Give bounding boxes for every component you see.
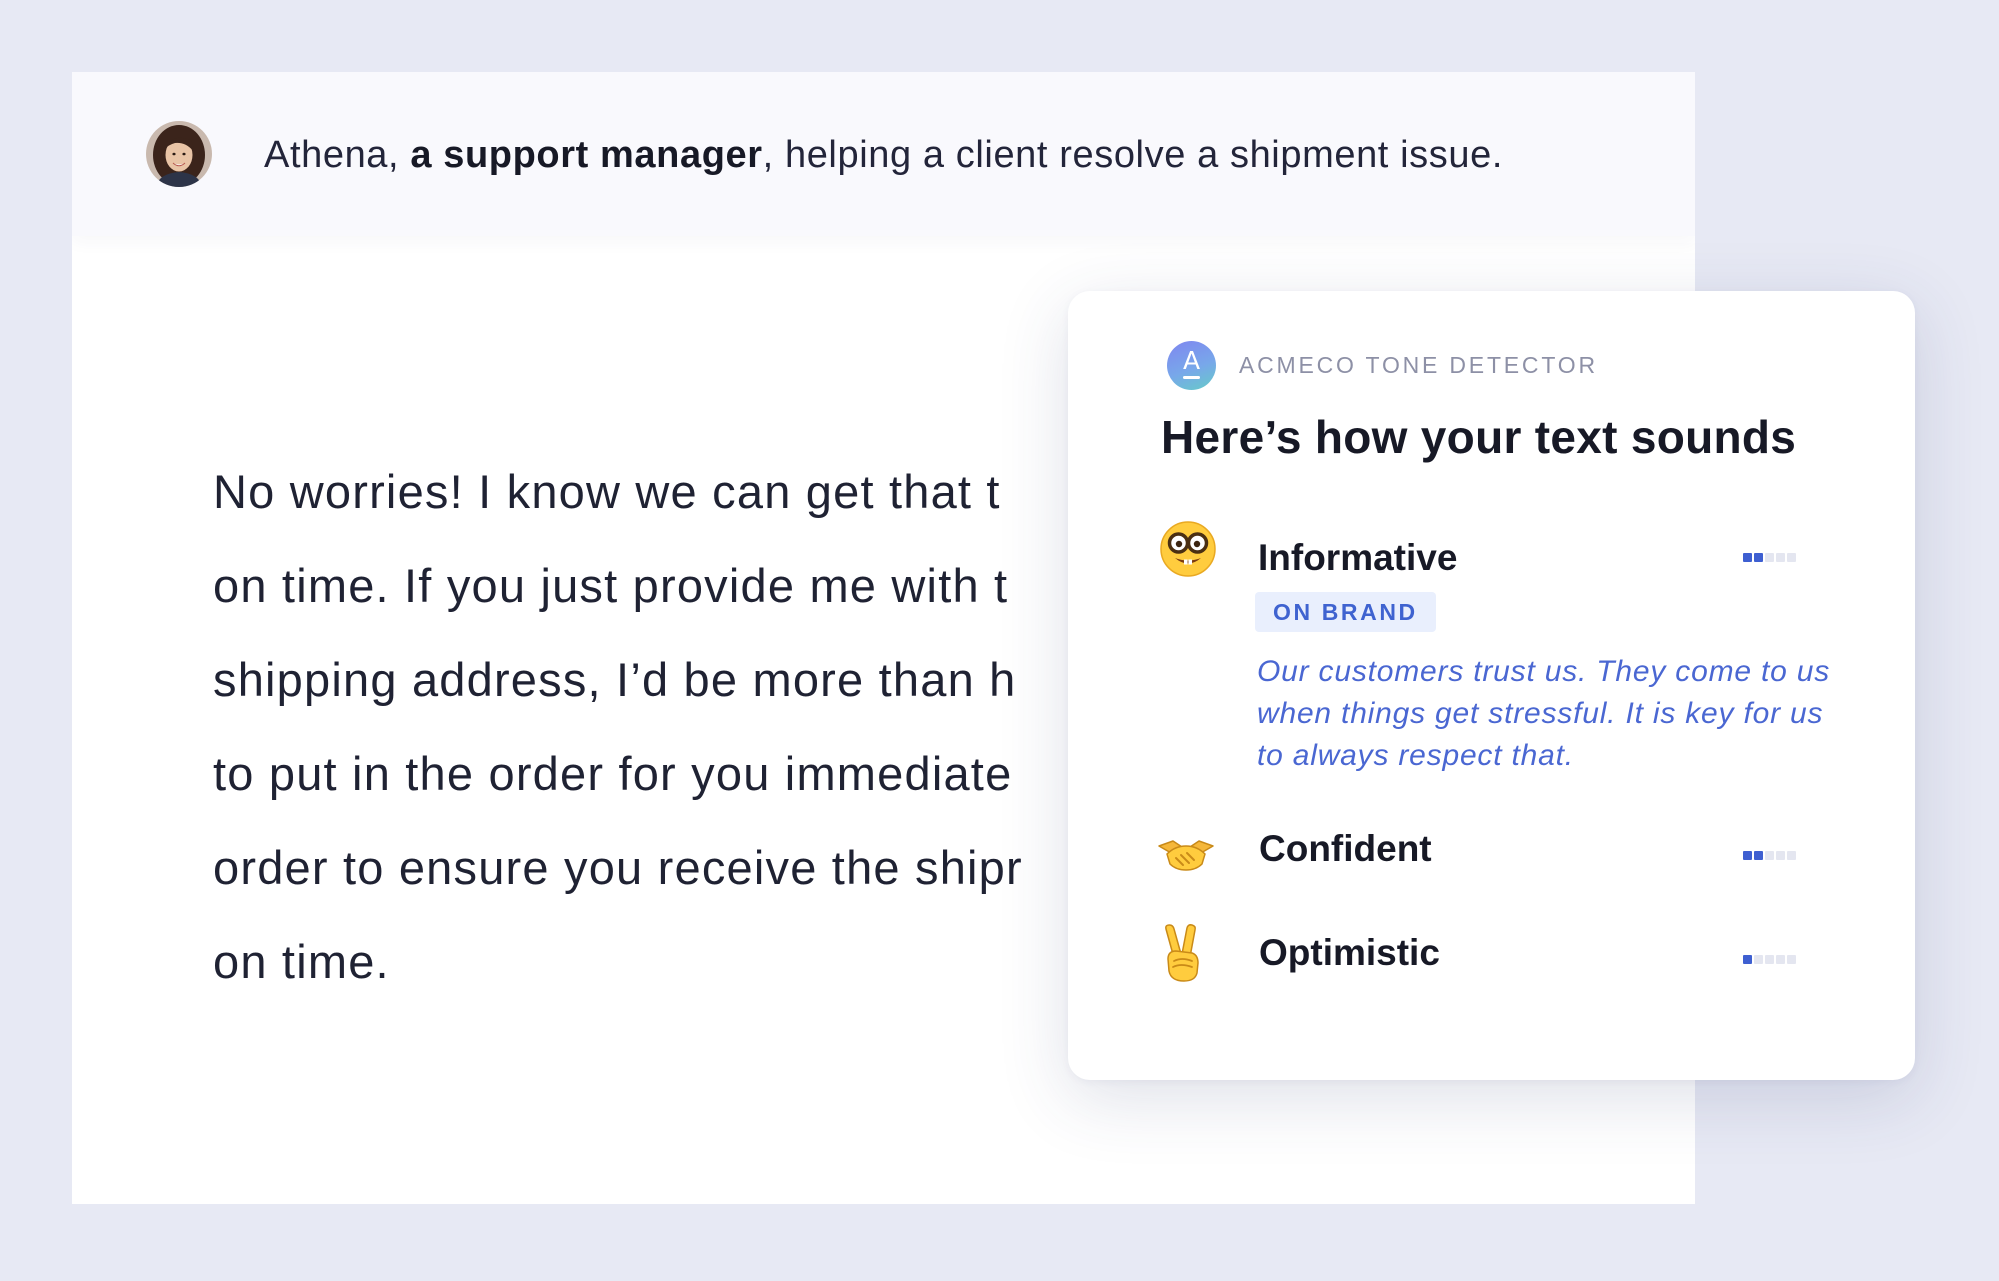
tone-meter-segment: [1776, 955, 1785, 964]
tone-meter-segment: [1787, 955, 1796, 964]
tone-meter-segment: [1743, 955, 1752, 964]
author-header: Athena, a support manager, helping a cli…: [72, 72, 1695, 236]
handshake-icon: [1156, 824, 1216, 884]
victory-hand-icon: [1152, 923, 1212, 983]
tone-meter-segment: [1787, 553, 1796, 562]
tone-detector-panel: A ACMECO TONE DETECTOR Here’s how your t…: [1068, 291, 1915, 1080]
tone-meter-segment: [1787, 851, 1796, 860]
tone-name: Optimistic: [1259, 932, 1440, 973]
tone-name: Confident: [1259, 828, 1432, 869]
message-body[interactable]: No worries! I know we can get that t on …: [213, 445, 1213, 1009]
tone-meter-segment: [1776, 851, 1785, 860]
brand-guideline-quote: Our customers trust us. They come to us …: [1257, 655, 1831, 772]
message-line: order to ensure you receive the shipr: [213, 841, 1023, 894]
author-name: Athena,: [264, 134, 411, 176]
author-role: a support manager: [410, 134, 763, 176]
tone-meter-segment: [1776, 553, 1785, 562]
tone-meter-segment: [1754, 851, 1763, 860]
tone-meter-segment: [1765, 851, 1774, 860]
brand-logo-letter: A: [1182, 346, 1201, 375]
message-line: to put in the order for you immediate: [213, 747, 1013, 800]
panel-title: Here’s how your text sounds: [1161, 411, 1797, 463]
message-line: on time. If you just provide me with t: [213, 559, 1009, 612]
brand-name: ACMECO TONE DETECTOR: [1239, 352, 1598, 378]
message-line: No worries! I know we can get that t: [213, 465, 1001, 518]
tone-meter-segment: [1754, 955, 1763, 964]
author-context: , helping a client resolve a shipment is…: [762, 134, 1503, 176]
tone-meter: [1743, 955, 1796, 964]
nerd-face-icon: [1158, 519, 1218, 579]
tone-meter-segment: [1754, 553, 1763, 562]
message-line: shipping address, I’d be more than h: [213, 653, 1017, 706]
author-description: Athena, a support manager, helping a cli…: [264, 132, 1503, 178]
message-line: on time.: [213, 935, 390, 988]
tone-meter-segment: [1743, 851, 1752, 860]
tone-meter-segment: [1743, 553, 1752, 562]
tone-name: Informative: [1258, 537, 1458, 578]
tone-meter: [1743, 851, 1796, 860]
avatar: [146, 121, 212, 187]
tone-meter-segment: [1765, 955, 1774, 964]
tone-meter-segment: [1765, 553, 1774, 562]
tone-meter: [1743, 553, 1796, 562]
on-brand-badge: ON BRAND: [1255, 592, 1436, 632]
brand-logo-icon: A: [1167, 341, 1216, 390]
